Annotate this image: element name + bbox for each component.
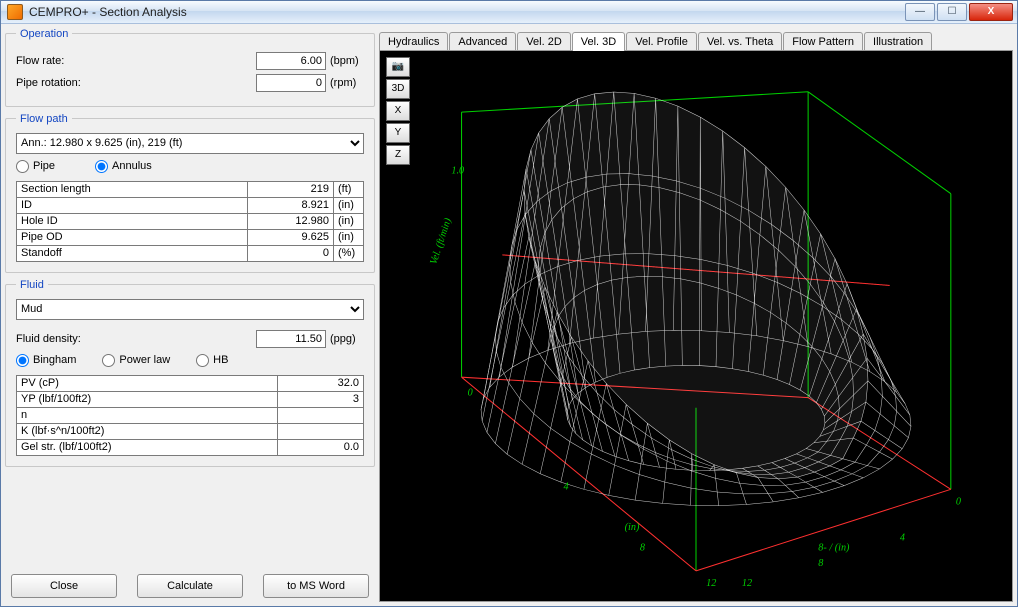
pipe-rotation-unit: (rpm)	[326, 77, 364, 89]
left-panel: Operation Flow rate: (bpm) Pipe rotation…	[5, 28, 375, 602]
radio-hb[interactable]: HB	[196, 354, 228, 367]
fluid-density-input[interactable]	[256, 330, 326, 348]
svg-text:(in): (in)	[625, 522, 640, 533]
radio-bingham[interactable]: Bingham	[16, 354, 76, 367]
table-row: Section length219(ft)	[17, 181, 364, 197]
pipe-rotation-label: Pipe rotation:	[16, 77, 256, 89]
tab-velprofile[interactable]: Vel. Profile	[626, 32, 697, 51]
minimize-button[interactable]: —	[905, 3, 935, 21]
operation-group: Operation Flow rate: (bpm) Pipe rotation…	[5, 28, 375, 107]
svg-text:8: 8	[818, 557, 823, 568]
plot-pane[interactable]: 📷 3D X Y Z	[379, 50, 1013, 602]
radio-powerlaw-input[interactable]	[102, 354, 115, 367]
tab-flowpattern[interactable]: Flow Pattern	[783, 32, 863, 51]
table-row: Standoff0(%)	[17, 245, 364, 261]
vel3d-chart: 0 4 8 12 0 4 8 12 (in) 8- / (in) Vel. (f…	[380, 51, 1012, 601]
fluid-select[interactable]: Mud	[16, 299, 364, 320]
radio-hb-input[interactable]	[196, 354, 209, 367]
tab-vel2d[interactable]: Vel. 2D	[517, 32, 570, 51]
flowpath-table: Section length219(ft) ID8.921(in) Hole I…	[16, 181, 364, 262]
calculate-button[interactable]: Calculate	[137, 574, 243, 598]
svg-text:0: 0	[956, 496, 961, 507]
view-button-group: 📷 3D X Y Z	[386, 57, 410, 165]
flowpath-legend: Flow path	[16, 113, 72, 125]
svg-text:4: 4	[563, 481, 568, 492]
tab-illustration[interactable]: Illustration	[864, 32, 932, 51]
svg-text:4: 4	[900, 532, 905, 543]
operation-legend: Operation	[16, 28, 72, 40]
view-z-button[interactable]: Z	[386, 145, 410, 165]
tab-advanced[interactable]: Advanced	[449, 32, 516, 51]
app-window: CEMPRO+ - Section Analysis — ☐ X Operati…	[0, 0, 1018, 607]
svg-text:0: 0	[468, 387, 473, 398]
view-y-button[interactable]: Y	[386, 123, 410, 143]
flowpath-select[interactable]: Ann.: 12.980 x 9.625 (in), 219 (ft)	[16, 133, 364, 154]
table-row: PV (cP)32.0	[17, 375, 364, 391]
right-panel: Hydraulics Advanced Vel. 2D Vel. 3D Vel.…	[379, 28, 1013, 602]
radio-annulus-input[interactable]	[95, 160, 108, 173]
table-row: YP (lbf/100ft2)3	[17, 391, 364, 407]
view-x-button[interactable]: X	[386, 101, 410, 121]
table-row: Hole ID12.980(in)	[17, 213, 364, 229]
table-row: ID8.921(in)	[17, 197, 364, 213]
flow-rate-label: Flow rate:	[16, 55, 256, 67]
maximize-button[interactable]: ☐	[937, 3, 967, 21]
svg-text:1.0: 1.0	[451, 165, 464, 176]
radio-pipe[interactable]: Pipe	[16, 160, 55, 173]
flow-rate-unit: (bpm)	[326, 55, 364, 67]
titlebar: CEMPRO+ - Section Analysis — ☐ X	[1, 1, 1017, 24]
app-icon	[7, 4, 23, 20]
radio-annulus[interactable]: Annulus	[95, 160, 152, 173]
radio-pipe-input[interactable]	[16, 160, 29, 173]
tab-veltheta[interactable]: Vel. vs. Theta	[698, 32, 782, 51]
radio-bingham-input[interactable]	[16, 354, 29, 367]
fluid-density-label: Fluid density:	[16, 333, 256, 345]
tab-strip: Hydraulics Advanced Vel. 2D Vel. 3D Vel.…	[379, 28, 1013, 50]
svg-text:8- / (in): 8- / (in)	[818, 542, 850, 553]
table-row: K (lbf·s^n/100ft2)	[17, 423, 364, 439]
svg-text:12: 12	[706, 578, 716, 589]
button-row: Close Calculate to MS Word	[5, 570, 375, 602]
tab-hydraulics[interactable]: Hydraulics	[379, 32, 448, 51]
fluid-group: Fluid Mud Fluid density: (ppg) Bingham	[5, 279, 375, 467]
table-row: n	[17, 407, 364, 423]
close-button[interactable]: Close	[11, 574, 117, 598]
svg-text:12: 12	[742, 578, 752, 589]
svg-text:Vel. (ft/min): Vel. (ft/min)	[428, 216, 454, 266]
radio-powerlaw[interactable]: Power law	[102, 354, 170, 367]
view-camera-icon[interactable]: 📷	[386, 57, 410, 77]
fluid-density-unit: (ppg)	[326, 333, 364, 345]
fluid-table: PV (cP)32.0 YP (lbf/100ft2)3 n K (lbf·s^…	[16, 375, 364, 456]
table-row: Gel str. (lbf/100ft2)0.0	[17, 439, 364, 455]
client-area: Operation Flow rate: (bpm) Pipe rotation…	[1, 24, 1017, 606]
close-window-button[interactable]: X	[969, 3, 1013, 21]
tab-vel3d[interactable]: Vel. 3D	[572, 32, 625, 51]
flowpath-group: Flow path Ann.: 12.980 x 9.625 (in), 219…	[5, 113, 375, 273]
table-row: Pipe OD9.625(in)	[17, 229, 364, 245]
svg-text:8: 8	[640, 542, 645, 553]
window-title: CEMPRO+ - Section Analysis	[29, 5, 905, 19]
view-3d-button[interactable]: 3D	[386, 79, 410, 99]
flow-rate-input[interactable]	[256, 52, 326, 70]
fluid-legend: Fluid	[16, 279, 48, 291]
pipe-rotation-input[interactable]	[256, 74, 326, 92]
msword-button[interactable]: to MS Word	[263, 574, 369, 598]
